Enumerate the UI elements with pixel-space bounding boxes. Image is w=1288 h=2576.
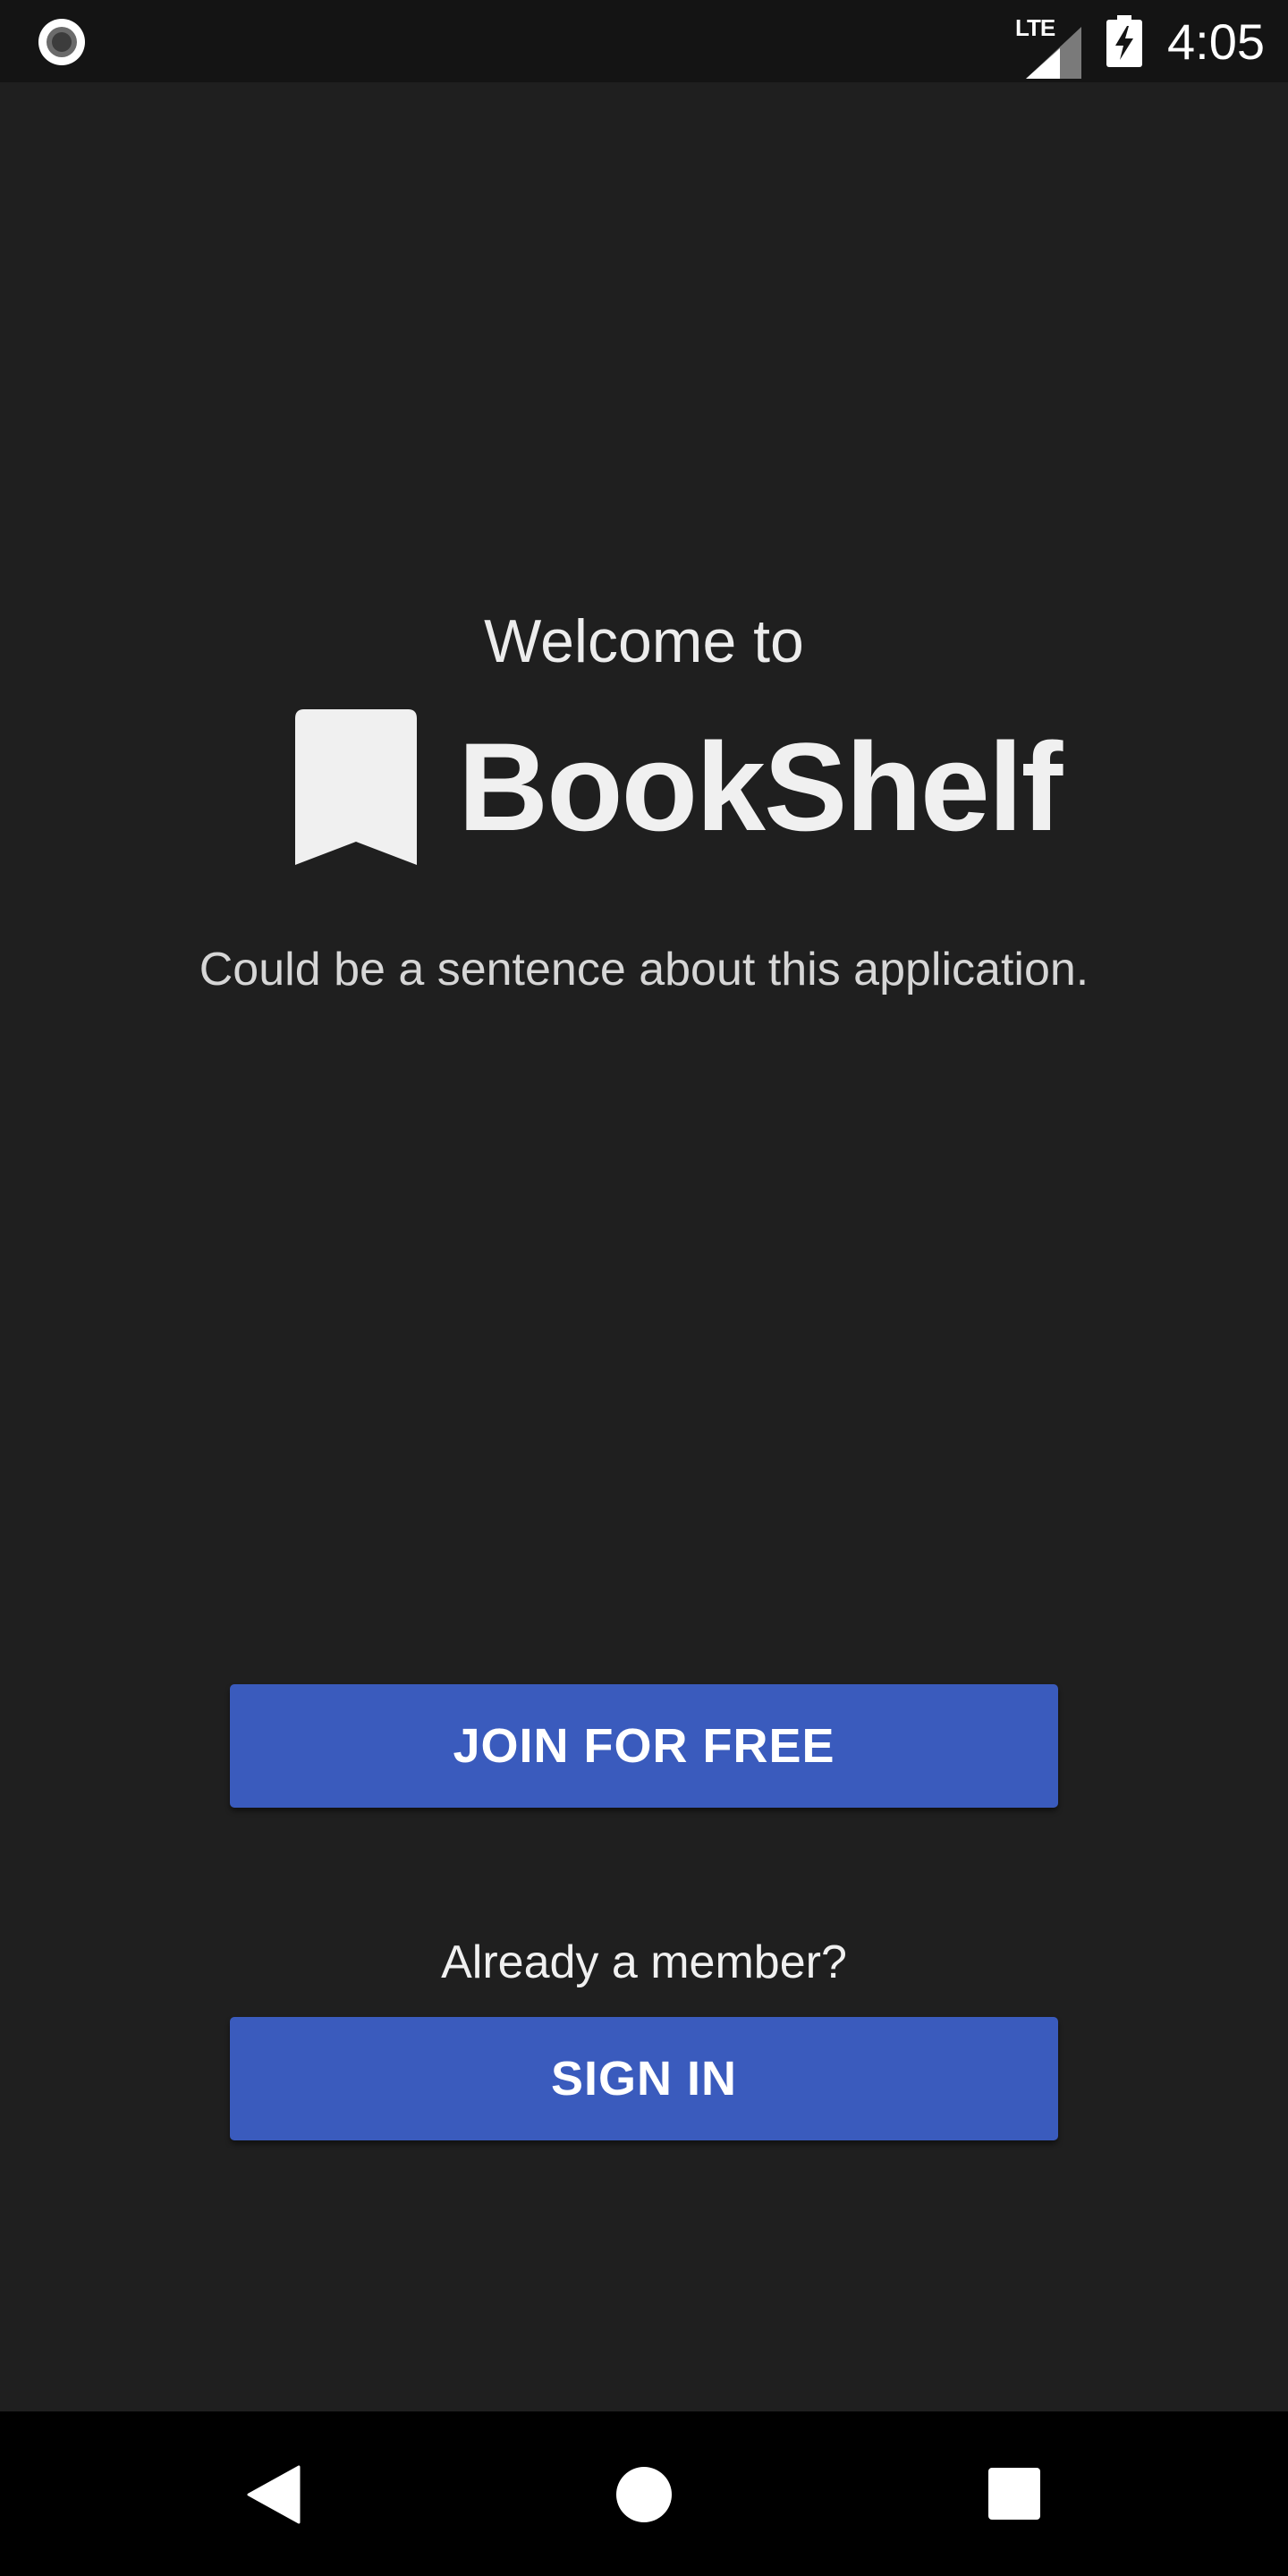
network-indicator: LTE (1015, 14, 1081, 79)
app-name: BookShelf (458, 716, 1063, 857)
join-for-free-button[interactable]: JOIN FOR FREE (230, 1684, 1058, 1808)
member-prompt: Already a member? (441, 1936, 847, 1988)
app-tagline: Could be a sentence about this applicati… (199, 944, 1089, 996)
status-clock: 4:05 (1167, 13, 1265, 70)
welcome-screen: LTE 4:05 Welcome to BookShelf Could be a… (0, 0, 1288, 2576)
back-triangle-icon[interactable] (247, 2465, 301, 2524)
battery-charging-icon (1106, 15, 1142, 67)
status-bar: LTE 4:05 (0, 0, 1288, 82)
navigation-bar (0, 2411, 1288, 2576)
app-logo: BookShelf (295, 707, 1063, 868)
home-circle-icon[interactable] (615, 2466, 673, 2523)
welcome-greeting: Welcome to (484, 607, 804, 675)
sign-in-button[interactable]: SIGN IN (230, 2017, 1058, 2140)
cell-signal-icon (1026, 27, 1081, 79)
record-circle-icon (38, 19, 85, 65)
recents-square-icon[interactable] (987, 2467, 1041, 2521)
bookmark-icon (295, 709, 417, 865)
status-icons: LTE 4:05 (1015, 0, 1265, 82)
